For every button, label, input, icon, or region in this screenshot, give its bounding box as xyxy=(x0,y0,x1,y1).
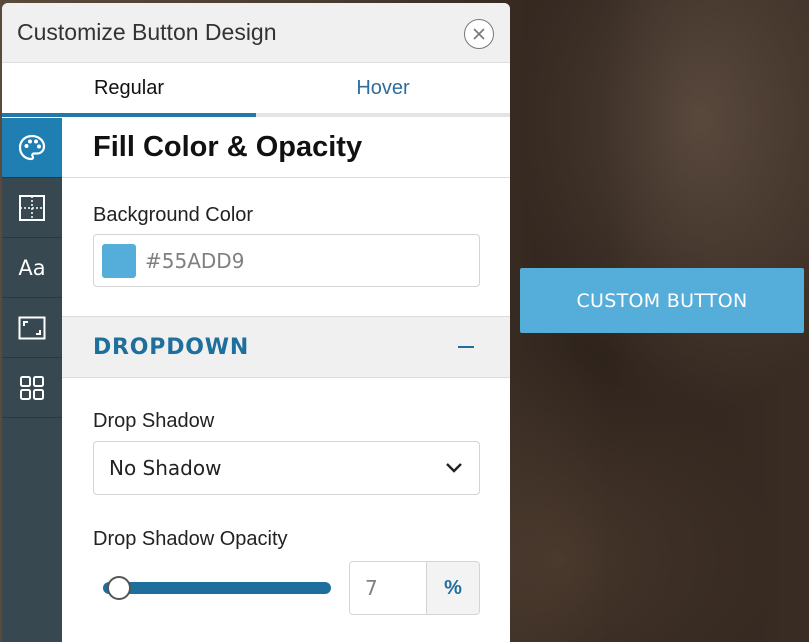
tab-regular[interactable]: Regular xyxy=(2,63,256,117)
color-swatch[interactable] xyxy=(102,243,136,278)
panel-header: Customize Button Design xyxy=(2,3,510,63)
section-title: Fill Color & Opacity xyxy=(62,118,510,178)
sidebar-item-size[interactable] xyxy=(2,298,62,358)
opacity-slider-track[interactable] xyxy=(103,576,331,600)
opacity-input-group: % xyxy=(349,561,480,615)
grid-layout-icon xyxy=(19,194,45,221)
state-tabs: Regular Hover xyxy=(2,63,510,117)
custom-button-preview[interactable]: CUSTOM BUTTON xyxy=(520,268,804,333)
collapse-minus-icon[interactable] xyxy=(458,346,474,348)
drop-shadow-value: No Shadow xyxy=(109,456,222,480)
drop-shadow-opacity-label: Drop Shadow Opacity xyxy=(93,528,288,550)
resize-frame-icon xyxy=(18,316,46,339)
panel-title: Customize Button Design xyxy=(17,19,277,45)
close-icon xyxy=(473,28,485,40)
tab-hover[interactable]: Hover xyxy=(256,63,510,113)
chevron-down-icon xyxy=(446,463,462,473)
close-button[interactable] xyxy=(464,19,494,49)
palette-icon xyxy=(18,134,46,160)
opacity-slider-row: % xyxy=(62,561,510,615)
opacity-input[interactable] xyxy=(350,562,427,614)
customize-panel: Customize Button Design Regular Hover Aa… xyxy=(2,3,510,642)
sidebar-item-more[interactable] xyxy=(2,358,62,418)
opacity-unit: % xyxy=(427,562,479,614)
drop-shadow-label: Drop Shadow xyxy=(93,410,215,432)
color-hex-value[interactable]: #55ADD9 xyxy=(145,249,244,273)
sidebar-item-typography[interactable]: Aa xyxy=(2,238,62,298)
dropdown-section-header[interactable]: DROPDOWN xyxy=(62,316,510,378)
sidebar-item-fill[interactable] xyxy=(2,118,62,178)
dropdown-title: DROPDOWN xyxy=(93,334,250,360)
sidebar-item-layout[interactable] xyxy=(2,178,62,238)
settings-content: Fill Color & Opacity Background Color #5… xyxy=(62,118,510,642)
background-color-label: Background Color xyxy=(93,204,254,226)
opacity-slider-thumb[interactable] xyxy=(106,576,131,600)
text-format-icon: Aa xyxy=(18,255,46,280)
background-color-field[interactable]: #55ADD9 xyxy=(93,234,480,287)
drop-shadow-select[interactable]: No Shadow xyxy=(93,441,480,495)
four-squares-icon xyxy=(20,375,44,400)
settings-sidebar: Aa xyxy=(2,118,62,642)
